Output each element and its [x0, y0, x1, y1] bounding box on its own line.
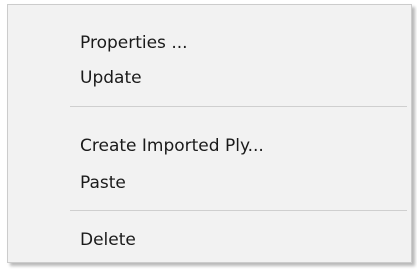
menu-separator: [70, 106, 407, 107]
menu-item-label: Paste: [80, 173, 126, 193]
menu-item-label: Delete: [80, 230, 136, 250]
context-menu: Properties ... Update Create Imported Pl…: [7, 4, 412, 263]
menu-item-properties[interactable]: Properties ...: [8, 23, 411, 63]
menu-item-label: Update: [80, 68, 142, 88]
menu-item-paste[interactable]: Paste: [8, 163, 411, 203]
menu-item-label: Properties ...: [80, 33, 188, 53]
menu-separator: [70, 210, 407, 211]
menu-item-delete[interactable]: Delete: [8, 220, 411, 260]
menu-item-label: Create Imported Ply...: [80, 136, 264, 156]
menu-item-create-imported-ply[interactable]: Create Imported Ply...: [8, 126, 411, 166]
menu-item-update[interactable]: Update: [8, 58, 411, 98]
